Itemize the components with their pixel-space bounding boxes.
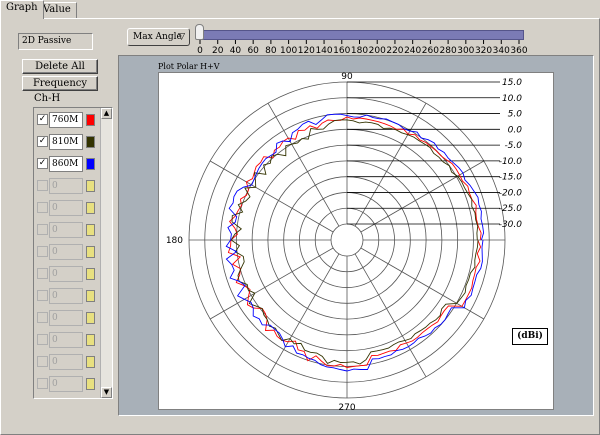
ring-label: -15.0 xyxy=(499,173,523,183)
ring-label: -5.0 xyxy=(504,141,522,151)
ring-label: 0.0 xyxy=(508,125,523,135)
polar-ring xyxy=(330,223,364,257)
ring-label: -25.0 xyxy=(499,204,523,214)
polar-chart: 15.0 10.0 5.0 0.0 -5.0 -10.0 -15.0 -20.0 -25.0 -3… xyxy=(166,72,523,413)
angle-label-270: 270 xyxy=(338,403,355,413)
pattern-trace xyxy=(227,116,482,368)
ring-label: -30.0 xyxy=(499,220,523,230)
ring-label: -20.0 xyxy=(499,188,523,198)
ring-label: 15.0 xyxy=(502,78,522,88)
pattern-trace xyxy=(225,113,485,372)
ring-label: -10.0 xyxy=(499,157,523,167)
unit-label: (dBi) xyxy=(512,328,548,345)
tab-graph[interactable]: Graph xyxy=(0,0,44,19)
angle-label-90: 90 xyxy=(341,72,353,82)
ring-label: 10.0 xyxy=(502,94,522,104)
angle-label-180: 180 xyxy=(166,236,183,246)
ring-label: 5.0 xyxy=(508,110,523,120)
